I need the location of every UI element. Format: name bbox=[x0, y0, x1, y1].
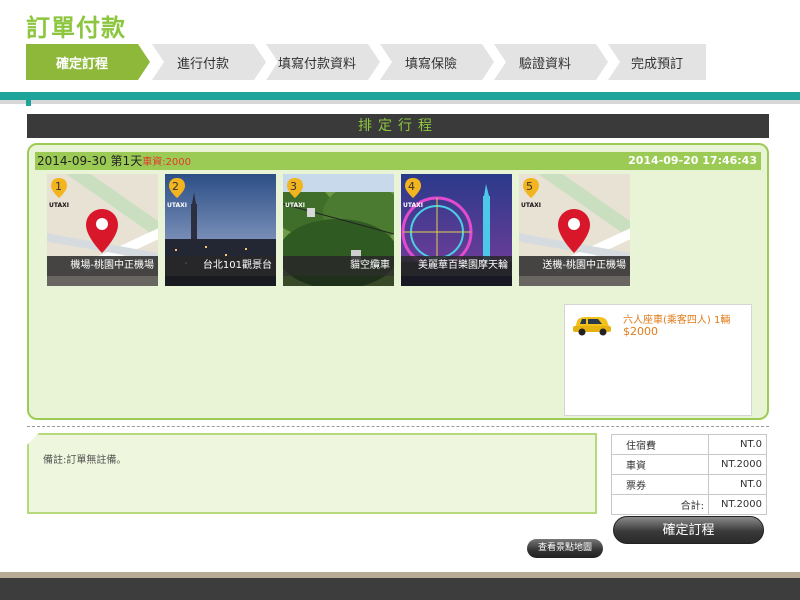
cost-value: NT.2000 bbox=[708, 454, 767, 475]
step-separator bbox=[380, 44, 392, 80]
spot-number: 4 bbox=[408, 180, 415, 193]
utaxi-logo: UTAXI bbox=[167, 202, 188, 209]
cost-label: 住宿費 bbox=[611, 434, 709, 455]
footer bbox=[0, 578, 800, 600]
step-separator bbox=[494, 44, 506, 80]
cost-total-value: NT.2000 bbox=[708, 494, 767, 515]
day-itinerary-panel: 2014-09-30 第1天車資:2000 2014-09-20 17:46:4… bbox=[27, 143, 769, 420]
utaxi-logo: UTAXI bbox=[403, 202, 424, 209]
section-header: 排定行程 bbox=[27, 114, 769, 138]
cost-total-label: 合計: bbox=[611, 494, 709, 515]
vehicle-price: $2000 bbox=[623, 325, 658, 338]
day-fee: 車資:2000 bbox=[142, 157, 192, 168]
spot-caption: 貓空纜車 bbox=[283, 256, 394, 276]
caption-footer bbox=[401, 276, 512, 286]
progress-steps: 確定訂程 進行付款 填寫付款資料 填寫保險 驗證資料 完成預訂 bbox=[26, 44, 706, 80]
day-date: 2014-09-30 第1天車資:2000 bbox=[37, 152, 191, 172]
vehicle-name: 六人座車(乘客四人) 1輛 bbox=[623, 315, 731, 326]
step-payment[interactable]: 進行付款 bbox=[152, 44, 254, 80]
spot-card[interactable]: UTAXI 3 貓空纜車 bbox=[283, 174, 394, 286]
vehicle-card: 六人座車(乘客四人) 1輛 $2000 bbox=[564, 304, 752, 416]
spot-card[interactable]: UTAXI 5 送機-桃園中正機場 bbox=[519, 174, 630, 286]
spot-number: 3 bbox=[290, 180, 297, 193]
step-arrow bbox=[596, 44, 608, 80]
page-title: 訂單付款 bbox=[26, 14, 126, 42]
header-shadow bbox=[0, 100, 800, 104]
cost-row: 票券 NT.0 bbox=[611, 474, 767, 495]
taxi-icon bbox=[573, 317, 611, 336]
spot-caption: 台北101觀景台 bbox=[165, 256, 276, 276]
day-timestamp: 2014-09-20 17:46:43 bbox=[628, 154, 757, 167]
cost-row: 車資 NT.2000 bbox=[611, 454, 767, 475]
step-insurance[interactable]: 填寫保險 bbox=[380, 44, 482, 80]
caption-footer bbox=[47, 276, 158, 286]
cost-row: 住宿費 NT.0 bbox=[611, 434, 767, 455]
note-box: 備註:訂單無註備。 bbox=[27, 433, 597, 514]
step-verify[interactable]: 驗證資料 bbox=[494, 44, 596, 80]
spot-card[interactable]: UTAXI 2 台北101觀景台 bbox=[165, 174, 276, 286]
caption-footer bbox=[165, 276, 276, 286]
header-divider bbox=[0, 92, 800, 100]
step-arrow bbox=[138, 44, 150, 80]
view-map-button[interactable]: 查看景點地圖 bbox=[527, 539, 603, 558]
cost-total-row: 合計: NT.2000 bbox=[611, 494, 767, 515]
cost-label: 票券 bbox=[611, 474, 709, 495]
spot-number: 1 bbox=[55, 180, 62, 193]
map-pin-icon bbox=[86, 209, 118, 253]
section-divider bbox=[27, 426, 769, 427]
utaxi-logo: UTAXI bbox=[49, 202, 70, 209]
caption-footer bbox=[519, 276, 630, 286]
divider-marker bbox=[26, 100, 31, 106]
caption-footer bbox=[283, 276, 394, 286]
step-confirm-itinerary[interactable]: 確定訂程 bbox=[26, 44, 138, 80]
spot-card[interactable]: UTAXI 4 美麗華百樂園摩天輪 bbox=[401, 174, 512, 286]
step-arrow bbox=[254, 44, 266, 80]
step-separator bbox=[152, 44, 164, 80]
day-date-label: 2014-09-30 第1天 bbox=[37, 154, 143, 168]
cost-value: NT.0 bbox=[708, 474, 767, 495]
step-arrow bbox=[482, 44, 494, 80]
step-complete[interactable]: 完成預訂 bbox=[608, 44, 706, 80]
spot-caption: 美麗華百樂園摩天輪 bbox=[401, 256, 512, 276]
cost-value: NT.0 bbox=[708, 434, 767, 455]
cost-label: 車資 bbox=[611, 454, 709, 475]
utaxi-logo: UTAXI bbox=[521, 202, 542, 209]
day-header: 2014-09-30 第1天車資:2000 2014-09-20 17:46:4… bbox=[35, 152, 761, 170]
spot-caption: 機場-桃園中正機場 bbox=[47, 256, 158, 276]
step-arrow bbox=[368, 44, 380, 80]
confirm-itinerary-button[interactable]: 確定訂程 bbox=[613, 516, 764, 544]
map-pin-icon bbox=[558, 209, 590, 253]
note-corner bbox=[27, 433, 39, 445]
utaxi-logo: UTAXI bbox=[285, 202, 306, 209]
cost-summary-table: 住宿費 NT.0 車資 NT.2000 票券 NT.0 合計: NT.2000 bbox=[611, 434, 767, 515]
step-separator bbox=[266, 44, 278, 80]
note-text: 備註:訂單無註備。 bbox=[43, 455, 127, 466]
spot-caption: 送機-桃園中正機場 bbox=[519, 256, 630, 276]
spot-number: 5 bbox=[526, 180, 533, 193]
spot-number: 2 bbox=[172, 180, 179, 193]
step-payment-info[interactable]: 填寫付款資料 bbox=[266, 44, 368, 80]
spot-card[interactable]: UTAXI 1 機場-桃園中正機場 bbox=[47, 174, 158, 286]
step-separator bbox=[608, 44, 620, 80]
